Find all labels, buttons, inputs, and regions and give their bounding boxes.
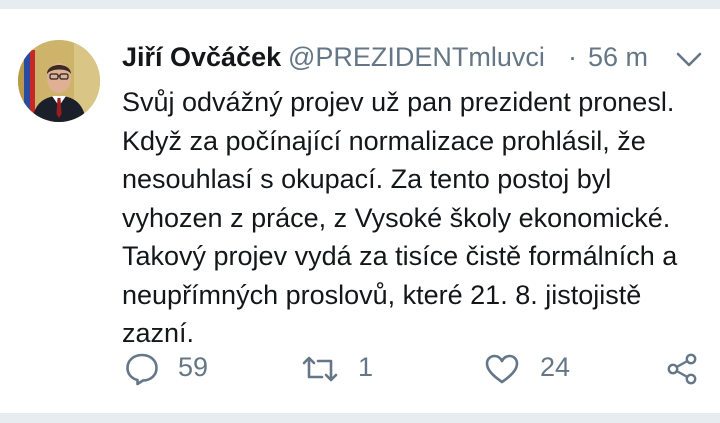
avatar[interactable] <box>18 40 100 122</box>
reply-icon[interactable] <box>124 351 160 387</box>
retweet-icon[interactable] <box>302 351 338 387</box>
tweet-text-line: Svůj odvážný projev už pan prezident pro… <box>122 87 675 117</box>
chevron-down-icon[interactable] <box>674 44 704 74</box>
bottom-divider <box>0 413 720 423</box>
tweet-text-line: vyhozen z práce, z Vysoké školy ekonomic… <box>122 202 671 233</box>
tweet-text-line: neupřímných proslovů, které 21. 8. jisto… <box>122 279 642 310</box>
separator-dot: · <box>568 42 577 72</box>
tweet-text-line: zazní. <box>122 318 195 348</box>
author-name[interactable]: Jiří Ovčáček <box>122 42 281 73</box>
tweet-text-line: Když za počínající normalizace prohlásil… <box>122 125 646 156</box>
like-count: 24 <box>540 352 571 382</box>
action-bar: 59 1 24 <box>0 348 720 390</box>
share-icon[interactable] <box>664 351 700 387</box>
reply-count: 59 <box>178 352 209 382</box>
tweet-text-line: Takový projev vydá za tisíce čistě formá… <box>122 241 678 271</box>
top-divider <box>0 0 720 9</box>
tweet-header: Jiří Ovčáček @PREZIDENTmluvci · 56 m <box>122 40 712 76</box>
timestamp[interactable]: 56 m <box>588 42 648 73</box>
retweet-count: 1 <box>358 352 374 382</box>
avatar-photo <box>18 40 100 122</box>
author-handle[interactable]: @PREZIDENTmluvci <box>288 42 545 73</box>
tweet-text: Svůj odvážný projev už pan prezident pro… <box>122 83 712 353</box>
heart-icon[interactable] <box>484 351 520 387</box>
tweet-text-line: nesouhlasí s okupací. Za tento postoj by… <box>122 164 612 194</box>
